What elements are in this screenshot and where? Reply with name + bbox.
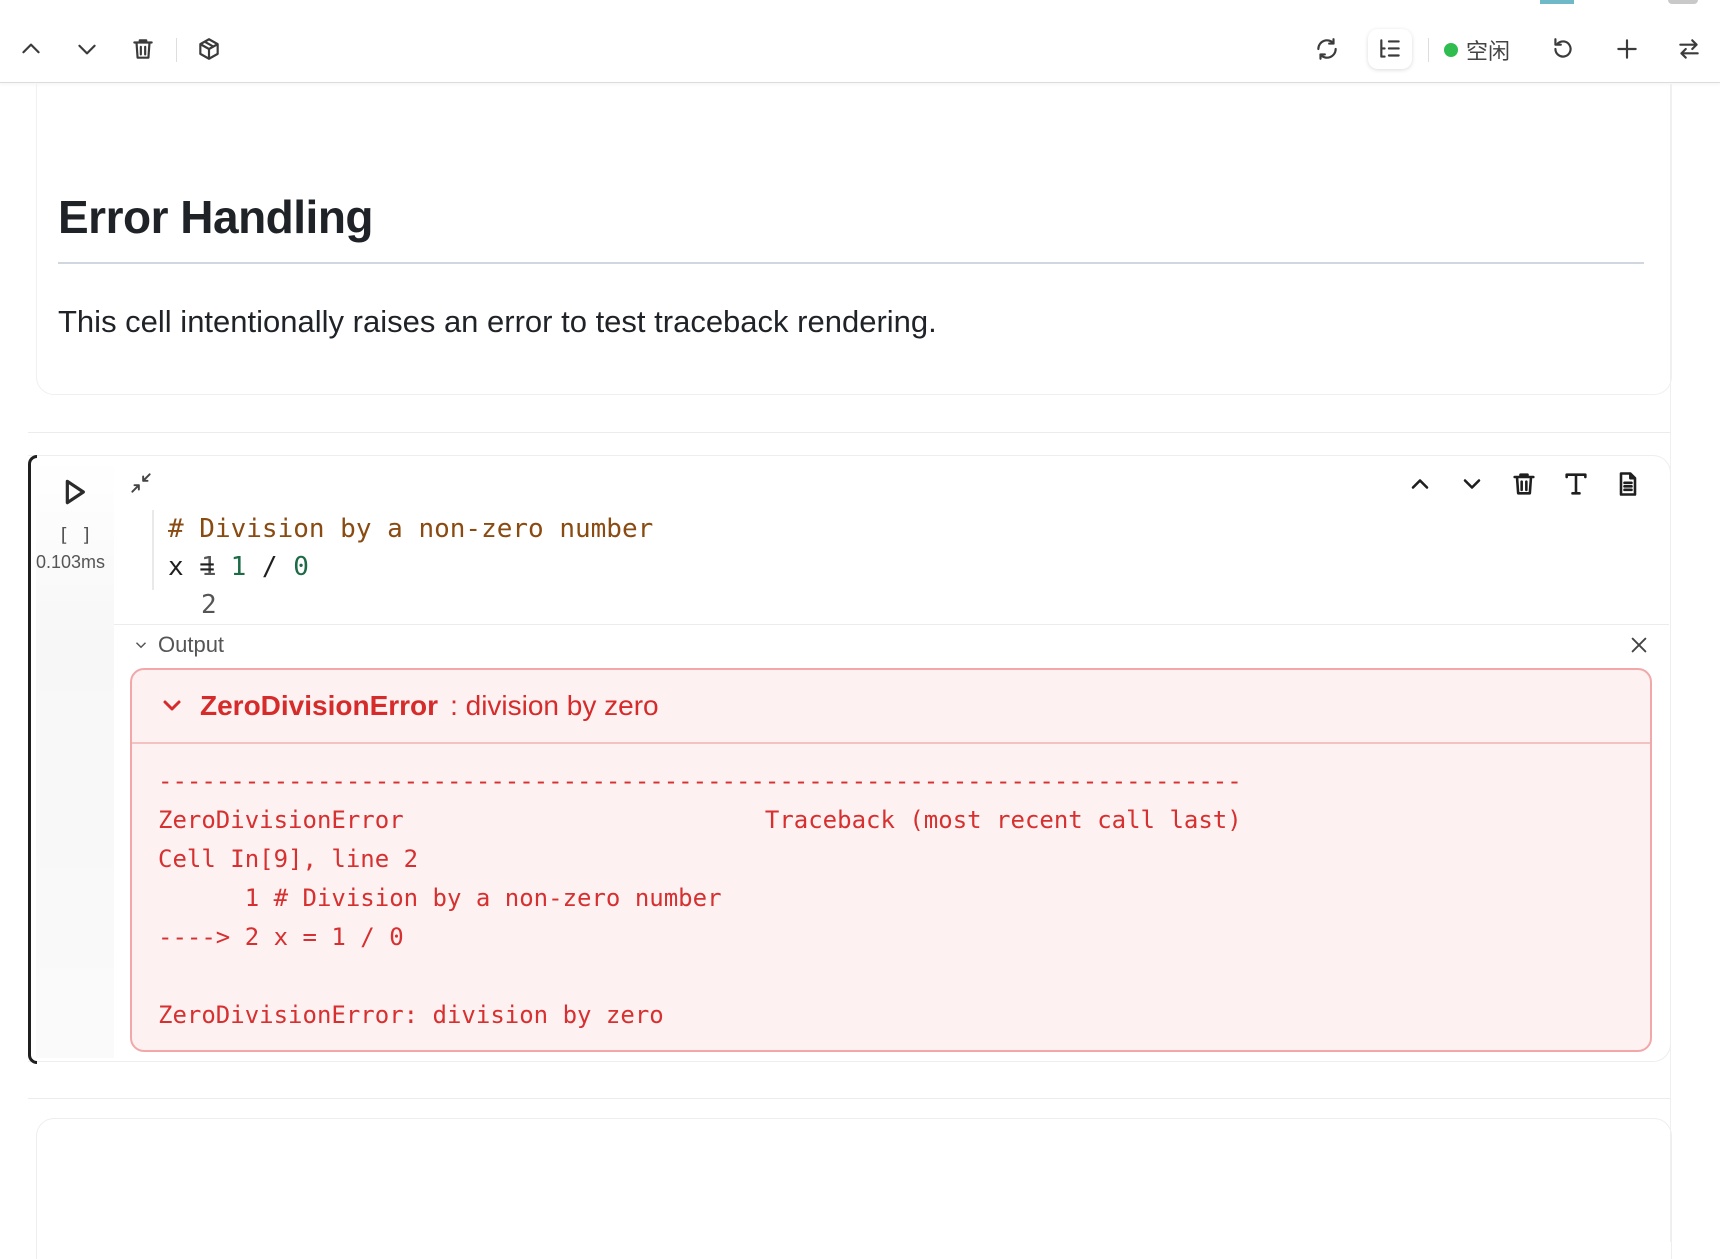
traceback-line: ZeroDivisionError Traceback (most recent… bbox=[158, 806, 1242, 834]
outline-toggle-button[interactable] bbox=[1368, 29, 1412, 69]
refresh-icon bbox=[1317, 38, 1337, 60]
code-content: # Division by a non-zero number bbox=[168, 510, 653, 548]
traceback-line: 1 # Division by a non-zero number bbox=[158, 884, 722, 912]
traceback: ----------------------------------------… bbox=[158, 762, 1242, 1035]
document-icon bbox=[1619, 472, 1637, 496]
code-line: 1 # Division by a non-zero number bbox=[114, 510, 653, 582]
restart-icon bbox=[1554, 38, 1572, 58]
chevron-down-icon bbox=[1463, 479, 1481, 489]
code-number: 1 bbox=[230, 552, 247, 582]
output-label-text: Output bbox=[158, 632, 225, 657]
code-var: x = bbox=[168, 552, 231, 582]
line-number: 2 bbox=[200, 590, 217, 620]
traceback-line: Cell In[9], line 2 bbox=[158, 845, 419, 873]
chevron-up-icon bbox=[22, 43, 40, 54]
cell-move-down-button[interactable] bbox=[1454, 466, 1490, 502]
chevron-up-icon bbox=[1411, 479, 1429, 489]
error-name: ZeroDivisionError bbox=[200, 690, 439, 721]
switch-button[interactable] bbox=[1672, 32, 1706, 66]
traceback-line: ----> 2 x = 1 / 0 bbox=[158, 923, 404, 951]
heading-rule bbox=[58, 262, 1644, 264]
text-type-icon bbox=[1565, 473, 1587, 495]
code-comment: # Division by a non-zero number bbox=[168, 514, 654, 544]
delete-button[interactable] bbox=[126, 32, 160, 66]
output-toggle[interactable]: Output bbox=[132, 632, 224, 658]
cell-move-up-button[interactable] bbox=[1402, 466, 1438, 502]
chevron-down-icon bbox=[78, 44, 96, 55]
traceback-line bbox=[158, 957, 1242, 996]
refresh-button[interactable] bbox=[1310, 32, 1344, 66]
package-button[interactable] bbox=[192, 32, 226, 66]
move-down-button[interactable] bbox=[70, 32, 104, 66]
cell-divider bbox=[28, 432, 1670, 433]
execution-time: 0.103ms bbox=[36, 552, 106, 572]
status-dot-icon bbox=[1444, 43, 1458, 57]
tab-indicator-secondary bbox=[1668, 0, 1698, 4]
add-cell-button[interactable] bbox=[1610, 32, 1644, 66]
convert-to-markdown-button[interactable] bbox=[1558, 466, 1594, 502]
play-icon bbox=[65, 479, 85, 505]
tab-indicator bbox=[1540, 0, 1574, 4]
cell-divider bbox=[28, 1098, 1670, 1099]
outline-list-icon bbox=[1380, 39, 1400, 58]
traceback-line: ZeroDivisionError: division by zero bbox=[158, 1001, 664, 1029]
empty-cell[interactable] bbox=[36, 1118, 1672, 1259]
kernel-status-label: 空闲 bbox=[1466, 39, 1511, 64]
code-content: x = 1 / 0 bbox=[168, 548, 309, 586]
cell-gutter bbox=[36, 458, 114, 1058]
swap-arrows-icon bbox=[1679, 39, 1699, 59]
toolbar-divider bbox=[1428, 38, 1429, 62]
error-message: : division by zero bbox=[450, 690, 659, 721]
error-output: ZeroDivisionError : division by zero ---… bbox=[130, 668, 1652, 1052]
trash-icon bbox=[1513, 473, 1535, 495]
code-editor[interactable]: 1 # Division by a non-zero number 2 x = … bbox=[114, 510, 653, 620]
chevron-down-icon bbox=[135, 642, 147, 649]
code-line: 2 x = 1 / 0 bbox=[114, 548, 309, 620]
toolbar-divider bbox=[176, 38, 177, 62]
error-header[interactable]: ZeroDivisionError : division by zero bbox=[132, 670, 1650, 744]
traceback-line: ----------------------------------------… bbox=[158, 767, 1242, 795]
output-divider bbox=[114, 624, 1669, 625]
collapse-cell-button[interactable] bbox=[128, 470, 156, 498]
clear-output-button[interactable] bbox=[1628, 634, 1654, 660]
trash-icon bbox=[133, 39, 153, 59]
kernel-status[interactable]: 空闲 bbox=[1444, 36, 1510, 64]
move-up-button[interactable] bbox=[14, 32, 48, 66]
chevron-down-icon bbox=[163, 700, 181, 711]
close-icon bbox=[1631, 637, 1647, 653]
execution-count: [ ] bbox=[58, 524, 93, 546]
code-number: 0 bbox=[293, 552, 309, 582]
window-top-strip bbox=[0, 0, 1720, 19]
error-toggle[interactable] bbox=[160, 693, 186, 719]
markdown-paragraph: This cell intentionally raises an error … bbox=[58, 304, 937, 339]
restart-kernel-button[interactable] bbox=[1546, 32, 1580, 66]
cell-document-button[interactable] bbox=[1610, 466, 1646, 502]
plus-icon bbox=[1617, 39, 1637, 59]
notebook-toolbar: 空闲 bbox=[0, 18, 1720, 83]
run-cell-button[interactable] bbox=[58, 476, 92, 510]
code-operator: / bbox=[246, 552, 294, 582]
minimize-icon bbox=[131, 473, 151, 493]
markdown-heading: Error Handling bbox=[58, 191, 374, 243]
cell-delete-button[interactable] bbox=[1506, 466, 1542, 502]
active-cell-indicator bbox=[28, 455, 37, 1064]
cube-icon bbox=[199, 38, 219, 60]
